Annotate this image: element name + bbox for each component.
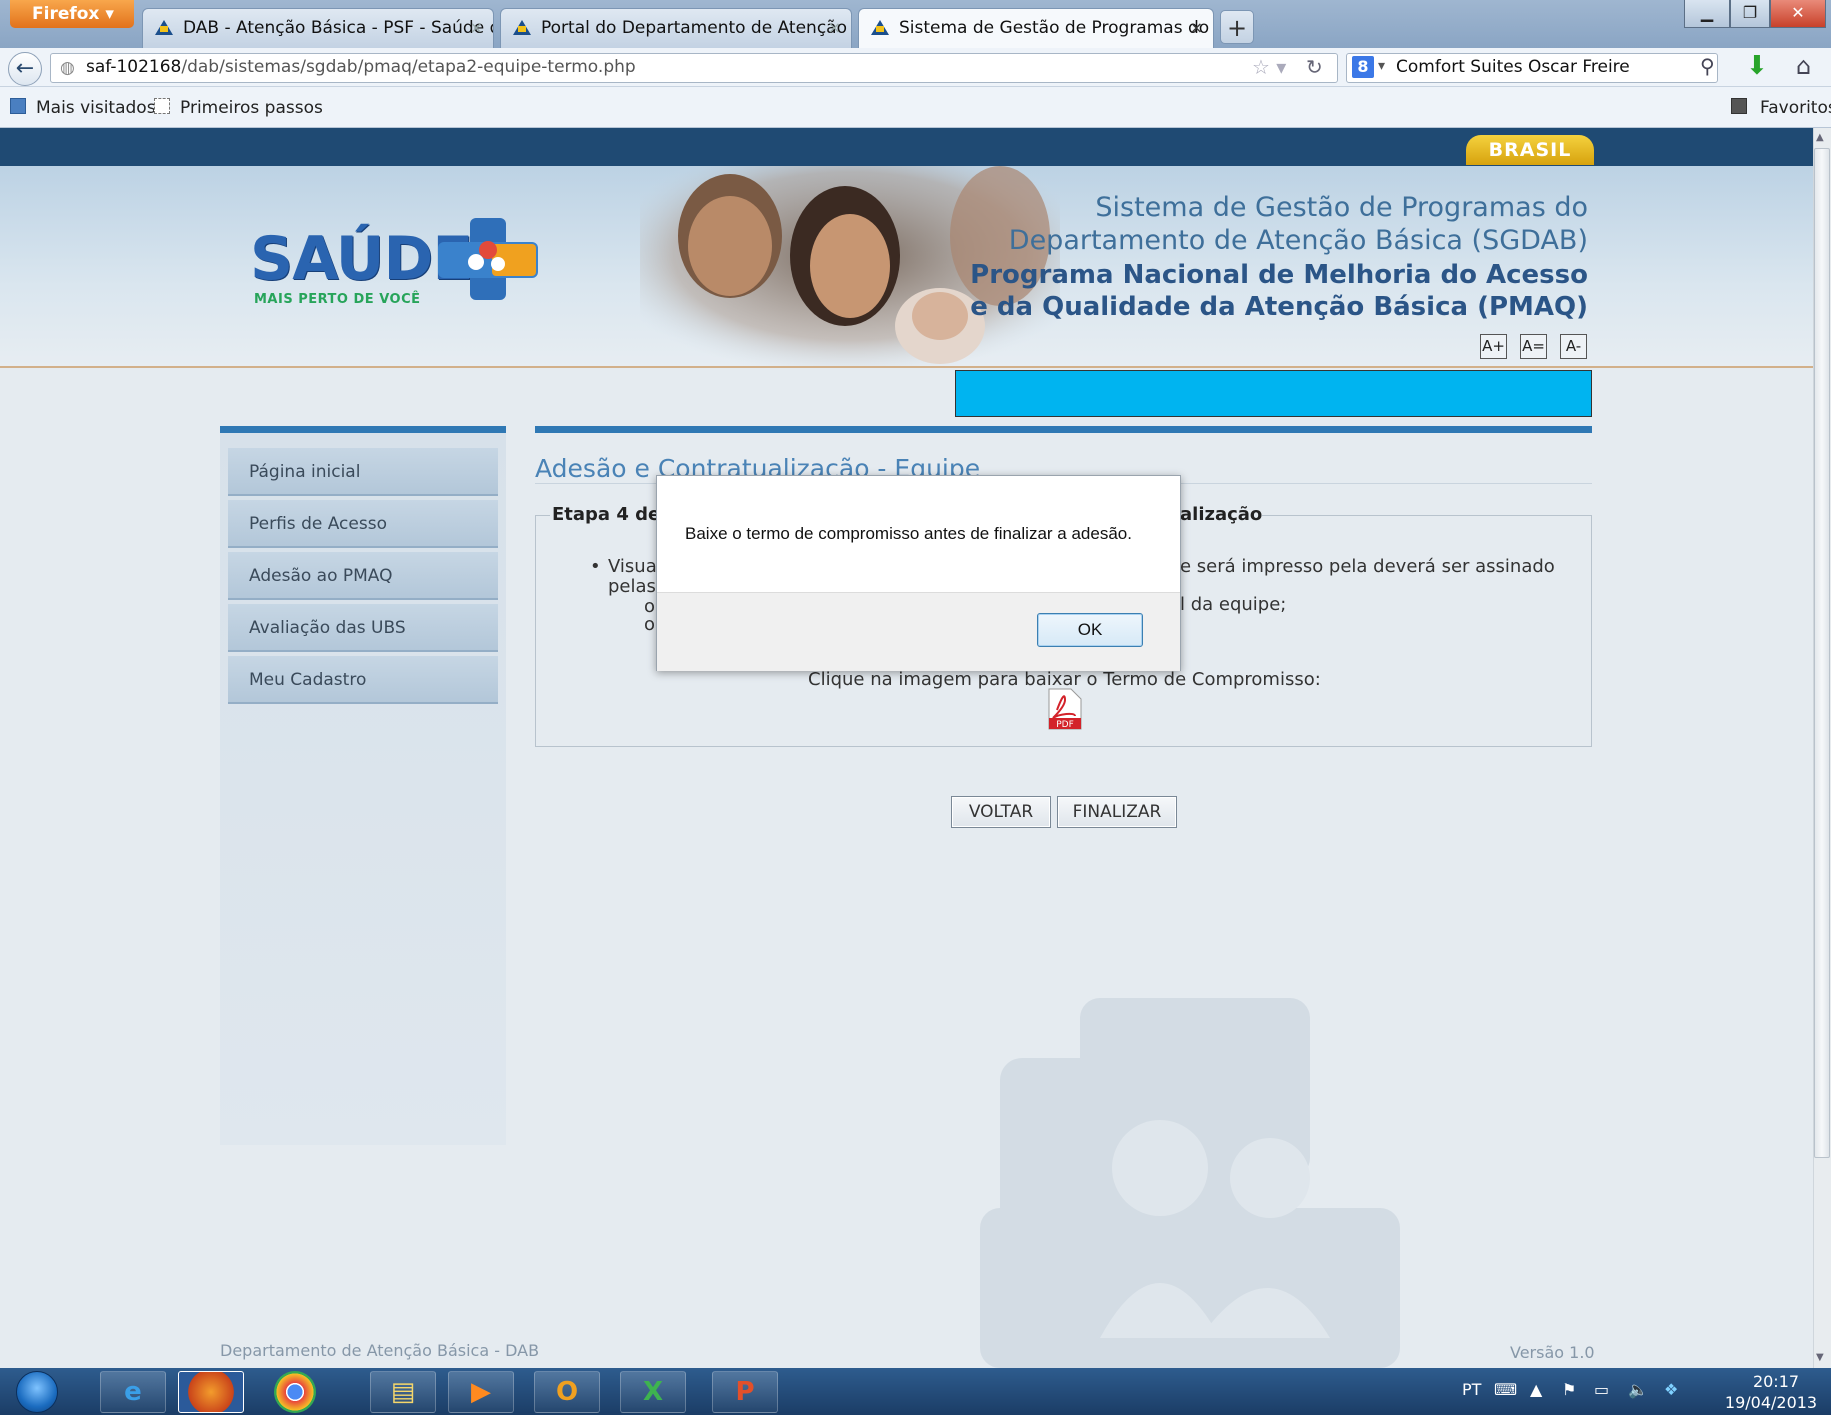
language-indicator[interactable]: PT: [1462, 1380, 1481, 1399]
download-icon[interactable]: ⬇: [1746, 51, 1768, 81]
tab-close-icon[interactable]: ×: [828, 9, 841, 47]
tab-portal[interactable]: Portal do Departamento de Atenção ... ×: [500, 8, 852, 48]
scroll-up-icon[interactable]: ▲: [1816, 132, 1824, 143]
excel-icon[interactable]: X: [620, 1371, 686, 1413]
close-window-button[interactable]: ✕: [1770, 0, 1826, 28]
download-prompt: Clique na imagem para baixar o Termo de …: [808, 669, 1321, 690]
clock-time[interactable]: 20:17: [1736, 1372, 1816, 1391]
system-title-line1: Sistema de Gestão de Programas do: [1095, 192, 1588, 223]
sidebar-item-access-profiles[interactable]: Perfis de Acesso: [228, 500, 498, 548]
sidebar-item-pmaq-adhesion[interactable]: Adesão ao PMAQ: [228, 552, 498, 600]
new-tab-button[interactable]: +: [1220, 10, 1254, 44]
bullet-icon: •: [590, 556, 601, 577]
firefox-taskbar-icon[interactable]: [178, 1371, 244, 1413]
page-icon: [154, 98, 170, 114]
tab-label: Sistema de Gestão de Programas do ...: [899, 18, 1214, 38]
action-center-icon[interactable]: ⚑: [1562, 1380, 1576, 1399]
site-header: SAÚDE MAIS PERTO DE VOCÊ Sistema de Gest…: [0, 166, 1813, 368]
step-legend: Etapa 4 de: [550, 504, 663, 525]
powerpoint-icon[interactable]: P: [712, 1371, 778, 1413]
firefox-menu-button[interactable]: Firefox ▾: [10, 0, 134, 28]
font-reset-button[interactable]: A=: [1520, 334, 1547, 359]
google-icon[interactable]: 8: [1352, 56, 1374, 78]
dropbox-icon[interactable]: ❖: [1664, 1380, 1678, 1399]
ministry-favicon-icon: [513, 20, 531, 35]
sidebar-accent: [220, 426, 506, 433]
favorites-icon: [1731, 98, 1747, 114]
footer-version: Versão 1.0: [1510, 1343, 1595, 1362]
bullet-text-start: Visua: [608, 556, 657, 577]
font-increase-button[interactable]: A+: [1480, 334, 1507, 359]
font-decrease-button[interactable]: A-: [1560, 334, 1587, 359]
most-visited-icon: [10, 98, 26, 114]
file-explorer-icon[interactable]: ▤: [370, 1371, 436, 1413]
back-page-button[interactable]: VOLTAR: [951, 796, 1051, 828]
firefox-menu-label: Firefox: [32, 4, 100, 24]
content-accent: [535, 426, 1592, 433]
saude-logo-subtext: MAIS PERTO DE VOCÊ: [254, 292, 421, 307]
scroll-down-icon[interactable]: ▼: [1816, 1352, 1824, 1363]
step-legend-end: alização: [1180, 504, 1263, 525]
bookmark-most-visited[interactable]: Mais visitados: [36, 98, 156, 118]
url-text[interactable]: saf-102168/dab/sistemas/sgdab/pmaq/etapa…: [86, 57, 636, 77]
system-title: Sistema de Gestão de Programas do Depart…: [1009, 191, 1588, 257]
page-viewport: BRASIL SAÚDE MAIS PERTO DE VOCÊ Sistema …: [0, 128, 1813, 1368]
globe-icon: ◍: [60, 58, 75, 78]
volume-icon[interactable]: 🔈: [1628, 1380, 1648, 1399]
saude-cross-logo-icon: [438, 218, 538, 300]
tab-close-icon[interactable]: ×: [1190, 9, 1203, 47]
show-hidden-icons-icon[interactable]: ▲: [1530, 1380, 1542, 1399]
brasil-link[interactable]: BRASIL: [1466, 135, 1594, 165]
highlight-bar: [955, 370, 1592, 417]
alert-message: Baixe o termo de compromisso antes de fi…: [685, 524, 1132, 543]
pdf-download-icon[interactable]: PDF: [1045, 688, 1083, 730]
sub-bullet-icon: o: [644, 614, 656, 635]
minimize-button[interactable]: ▁: [1684, 0, 1730, 28]
search-input[interactable]: Comfort Suites Oscar Freire: [1396, 57, 1630, 77]
family-watermark-icon: [980, 998, 1400, 1368]
tab-sgdab[interactable]: Sistema de Gestão de Programas do ... ×: [858, 8, 1214, 48]
sub-bullet-text-end: l da equipe;: [1180, 594, 1287, 615]
tab-label: Portal do Departamento de Atenção ...: [541, 18, 852, 38]
clock-date[interactable]: 19/04/2013: [1716, 1393, 1826, 1412]
sidebar-item-ubs-evaluation[interactable]: Avaliação das UBS: [228, 604, 498, 652]
reload-icon[interactable]: ↻: [1306, 55, 1323, 79]
bullet-text-line2: pelas: [608, 576, 656, 597]
chevron-down-icon[interactable]: ▾: [1378, 58, 1385, 74]
bookmark-star-icon[interactable]: ☆ ▾: [1252, 55, 1286, 79]
scrollbar-thumb[interactable]: [1814, 148, 1830, 1158]
start-button[interactable]: [16, 1371, 58, 1413]
home-icon[interactable]: ⌂: [1796, 52, 1811, 80]
sidebar-item-my-registration[interactable]: Meu Cadastro: [228, 656, 498, 704]
system-title-line2: Departamento de Atenção Básica (SGDAB): [1008, 225, 1588, 256]
tab-label: DAB - Atenção Básica - PSF - Saúde d...: [183, 18, 494, 38]
bookmark-getting-started[interactable]: Primeiros passos: [180, 98, 323, 118]
program-title-line2: e da Qualidade da Atenção Básica (PMAQ): [970, 292, 1588, 322]
program-title: Programa Nacional de Melhoria do Acesso …: [970, 259, 1588, 323]
sidebar-item-home[interactable]: Página inicial: [228, 448, 498, 496]
keyboard-icon[interactable]: ⌨: [1494, 1380, 1517, 1399]
url-path: /dab/sistemas/sgdab/pmaq/etapa2-equipe-t…: [181, 57, 636, 77]
tab-dab[interactable]: DAB - Atenção Básica - PSF - Saúde d... …: [142, 8, 494, 48]
network-icon[interactable]: ▭: [1594, 1380, 1609, 1399]
bullet-text-end: e será impresso pela deverá ser assinado: [1180, 556, 1555, 577]
finish-button[interactable]: FINALIZAR: [1057, 796, 1177, 828]
tab-close-icon[interactable]: ×: [470, 9, 483, 47]
internet-explorer-icon[interactable]: e: [100, 1371, 166, 1413]
pdf-label: PDF: [1056, 720, 1074, 730]
chrome-icon[interactable]: [274, 1371, 316, 1413]
ministry-favicon-icon: [155, 20, 173, 35]
footer-department: Departamento de Atenção Básica - DAB: [220, 1341, 540, 1360]
favorites-menu[interactable]: Favoritos: [1760, 98, 1831, 118]
program-title-line1: Programa Nacional de Melhoria do Acesso: [970, 260, 1588, 290]
media-player-icon[interactable]: ▶: [448, 1371, 514, 1413]
search-icon[interactable]: ⚲: [1700, 54, 1715, 78]
back-button[interactable]: ←: [8, 52, 42, 86]
outlook-icon[interactable]: O: [534, 1371, 600, 1413]
ministry-favicon-icon: [871, 20, 889, 35]
maximize-button[interactable]: ❐: [1730, 0, 1770, 28]
url-host: saf-102168: [86, 57, 182, 77]
ok-button[interactable]: OK: [1037, 613, 1143, 647]
